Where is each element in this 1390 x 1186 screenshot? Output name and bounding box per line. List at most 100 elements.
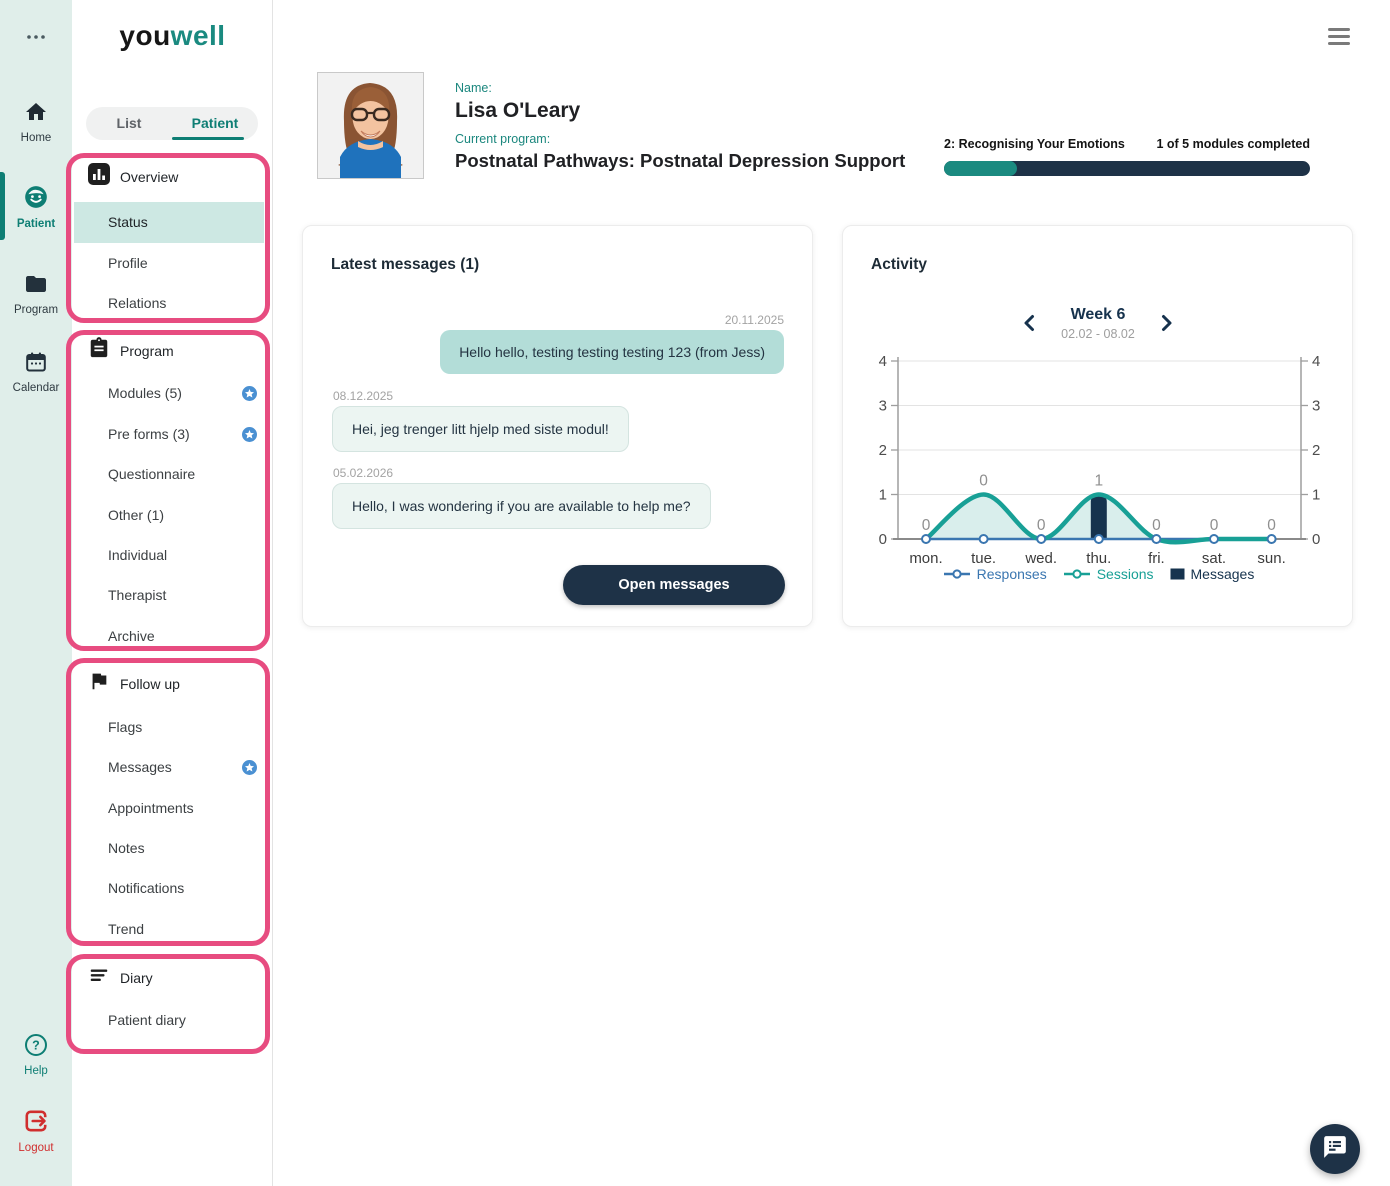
- svg-text:0: 0: [1312, 531, 1320, 548]
- legend-item-sessions[interactable]: Sessions: [1063, 566, 1154, 582]
- svg-text:0: 0: [979, 473, 988, 490]
- rail-item-label: Home: [20, 132, 52, 144]
- page: Home Patient Program Calendar ? Help Log…: [0, 0, 1390, 1186]
- current-program-label: Current program:: [455, 132, 551, 146]
- svg-text:mon.: mon.: [909, 550, 942, 567]
- sidebar-item-program[interactable]: Program: [0, 272, 72, 316]
- svg-text:0: 0: [922, 517, 931, 534]
- active-tab-underline: [172, 137, 244, 140]
- message-date: 20.11.2025: [724, 313, 784, 327]
- section-title: Program: [120, 342, 174, 359]
- svg-text:4: 4: [879, 353, 887, 370]
- sidebar-item-archive[interactable]: Archive: [74, 616, 264, 656]
- modules-completed-label: 1 of 5 modules completed: [1156, 137, 1310, 151]
- message-bubble-incoming: Hei, jeg trenger litt hjelp med siste mo…: [332, 406, 629, 452]
- sidebar-item-patient[interactable]: Patient: [0, 184, 72, 230]
- logout-icon: [23, 1110, 49, 1138]
- svg-text:wed.: wed.: [1024, 550, 1057, 567]
- rail-item-label: Patient: [16, 218, 56, 230]
- svg-text:3: 3: [879, 398, 887, 415]
- help-button[interactable]: ? Help: [0, 1033, 72, 1077]
- sidebar-item-pre-forms[interactable]: Pre forms (3): [74, 414, 264, 454]
- name-label: Name:: [455, 81, 492, 95]
- app-logo[interactable]: youwell: [72, 20, 273, 52]
- sidebar-item-therapist[interactable]: Therapist: [74, 575, 264, 615]
- svg-text:0: 0: [1037, 517, 1046, 534]
- rail-item-label: Help: [24, 1065, 48, 1077]
- legend-item-messages[interactable]: Messages: [1170, 566, 1255, 582]
- section-header-program: Program: [88, 337, 174, 364]
- message-bubble-incoming: Hello, I was wondering if you are availa…: [332, 483, 711, 529]
- sidebar-item-relations[interactable]: Relations: [74, 283, 264, 323]
- svg-text:sun.: sun.: [1257, 550, 1285, 567]
- svg-text:4: 4: [1312, 353, 1320, 370]
- activity-chart: 0 0 1 1 2 2 3 3 4 4 mon. tue. wed. thu. fri. sat. sun. 0 0…: [879, 353, 1321, 567]
- sidebar-item-flags[interactable]: Flags: [74, 707, 264, 747]
- new-content-badge-icon: [242, 760, 257, 775]
- current-module-label: 2: Recognising Your Emotions: [944, 137, 1125, 151]
- svg-text:0: 0: [1152, 517, 1161, 534]
- activity-card: Activity Week 6 02.02 - 08.02 0011223344…: [842, 225, 1353, 627]
- rail-item-label: Calendar: [12, 382, 60, 394]
- sidebar-item-calendar[interactable]: Calendar: [0, 350, 72, 394]
- next-week-icon[interactable]: [1155, 312, 1177, 334]
- sidebar-item-status[interactable]: Status: [74, 202, 264, 243]
- rail-item-label: Logout: [18, 1142, 54, 1154]
- section-header-overview: Overview: [88, 163, 178, 190]
- more-options-icon[interactable]: [0, 28, 72, 46]
- tab-patient[interactable]: Patient: [172, 107, 258, 140]
- legend-label: Responses: [976, 566, 1047, 582]
- tab-list[interactable]: List: [86, 107, 172, 140]
- new-content-badge-icon: [242, 386, 257, 401]
- section-header-diary: Diary: [88, 964, 153, 991]
- patient-name: Lisa O'Leary: [455, 99, 581, 122]
- lines-icon: [88, 964, 110, 991]
- menu-icon[interactable]: [1328, 28, 1350, 46]
- legend-label: Messages: [1190, 566, 1255, 582]
- module-progress-labels: 2: Recognising Your Emotions 1 of 5 modu…: [944, 137, 1310, 151]
- help-icon: ?: [24, 1034, 48, 1061]
- svg-text:1: 1: [879, 487, 887, 504]
- new-content-badge-icon: [242, 427, 257, 442]
- sidebar-item-messages[interactable]: Messages: [74, 747, 264, 787]
- sidebar-item-individual[interactable]: Individual: [74, 535, 264, 575]
- module-progress-fill: [944, 161, 1018, 176]
- svg-text:3: 3: [1312, 398, 1320, 415]
- sidebar-item-profile[interactable]: Profile: [74, 243, 264, 283]
- sidebar-item-notes[interactable]: Notes: [74, 828, 264, 868]
- open-messages-button[interactable]: Open messages: [563, 565, 785, 605]
- svg-text:0: 0: [1267, 517, 1276, 534]
- chat-fab-button[interactable]: [1310, 1124, 1360, 1174]
- left-rail: Home Patient Program Calendar ? Help Log…: [0, 0, 72, 1186]
- section-title: Overview: [120, 168, 179, 185]
- sidebar-item-questionnaire[interactable]: Questionnaire: [74, 454, 264, 494]
- svg-text:1: 1: [1094, 473, 1103, 490]
- svg-text:thu.: thu.: [1086, 550, 1111, 567]
- sidebar-item-notifications[interactable]: Notifications: [74, 868, 264, 908]
- messages-card-title: Latest messages (1): [331, 256, 480, 273]
- message-date: 08.12.2025: [333, 389, 394, 403]
- legend-label: Sessions: [1096, 566, 1154, 582]
- legend-item-responses[interactable]: Responses: [943, 566, 1047, 582]
- svg-text:1: 1: [1312, 487, 1320, 504]
- svg-text:2: 2: [1312, 442, 1320, 459]
- sidebar-item-other[interactable]: Other (1): [74, 495, 264, 535]
- folder-icon: [24, 276, 48, 300]
- sidebar-item-trend[interactable]: Trend: [74, 909, 264, 949]
- logout-button[interactable]: Logout: [0, 1108, 72, 1154]
- svg-text:fri.: fri.: [1148, 550, 1165, 567]
- patient-icon: [23, 186, 49, 214]
- clipboard-icon: [88, 337, 110, 364]
- sidebar-item-patient-diary[interactable]: Patient diary: [74, 1000, 264, 1040]
- chat-icon: [1322, 1134, 1348, 1165]
- latest-messages-card: Latest messages (1) 20.11.2025 Hello hel…: [302, 225, 813, 627]
- rail-item-label: Program: [13, 304, 59, 316]
- patient-avatar: [317, 72, 424, 179]
- sidebar-item-home[interactable]: Home: [0, 100, 72, 144]
- sidebar-item-modules[interactable]: Modules (5): [74, 373, 264, 413]
- section-header-follow-up: Follow up: [88, 670, 180, 697]
- svg-text:?: ?: [32, 1039, 40, 1053]
- svg-text:0: 0: [879, 531, 887, 548]
- sidebar-item-appointments[interactable]: Appointments: [74, 788, 264, 828]
- program-title: Postnatal Pathways: Postnatal Depression…: [455, 150, 906, 171]
